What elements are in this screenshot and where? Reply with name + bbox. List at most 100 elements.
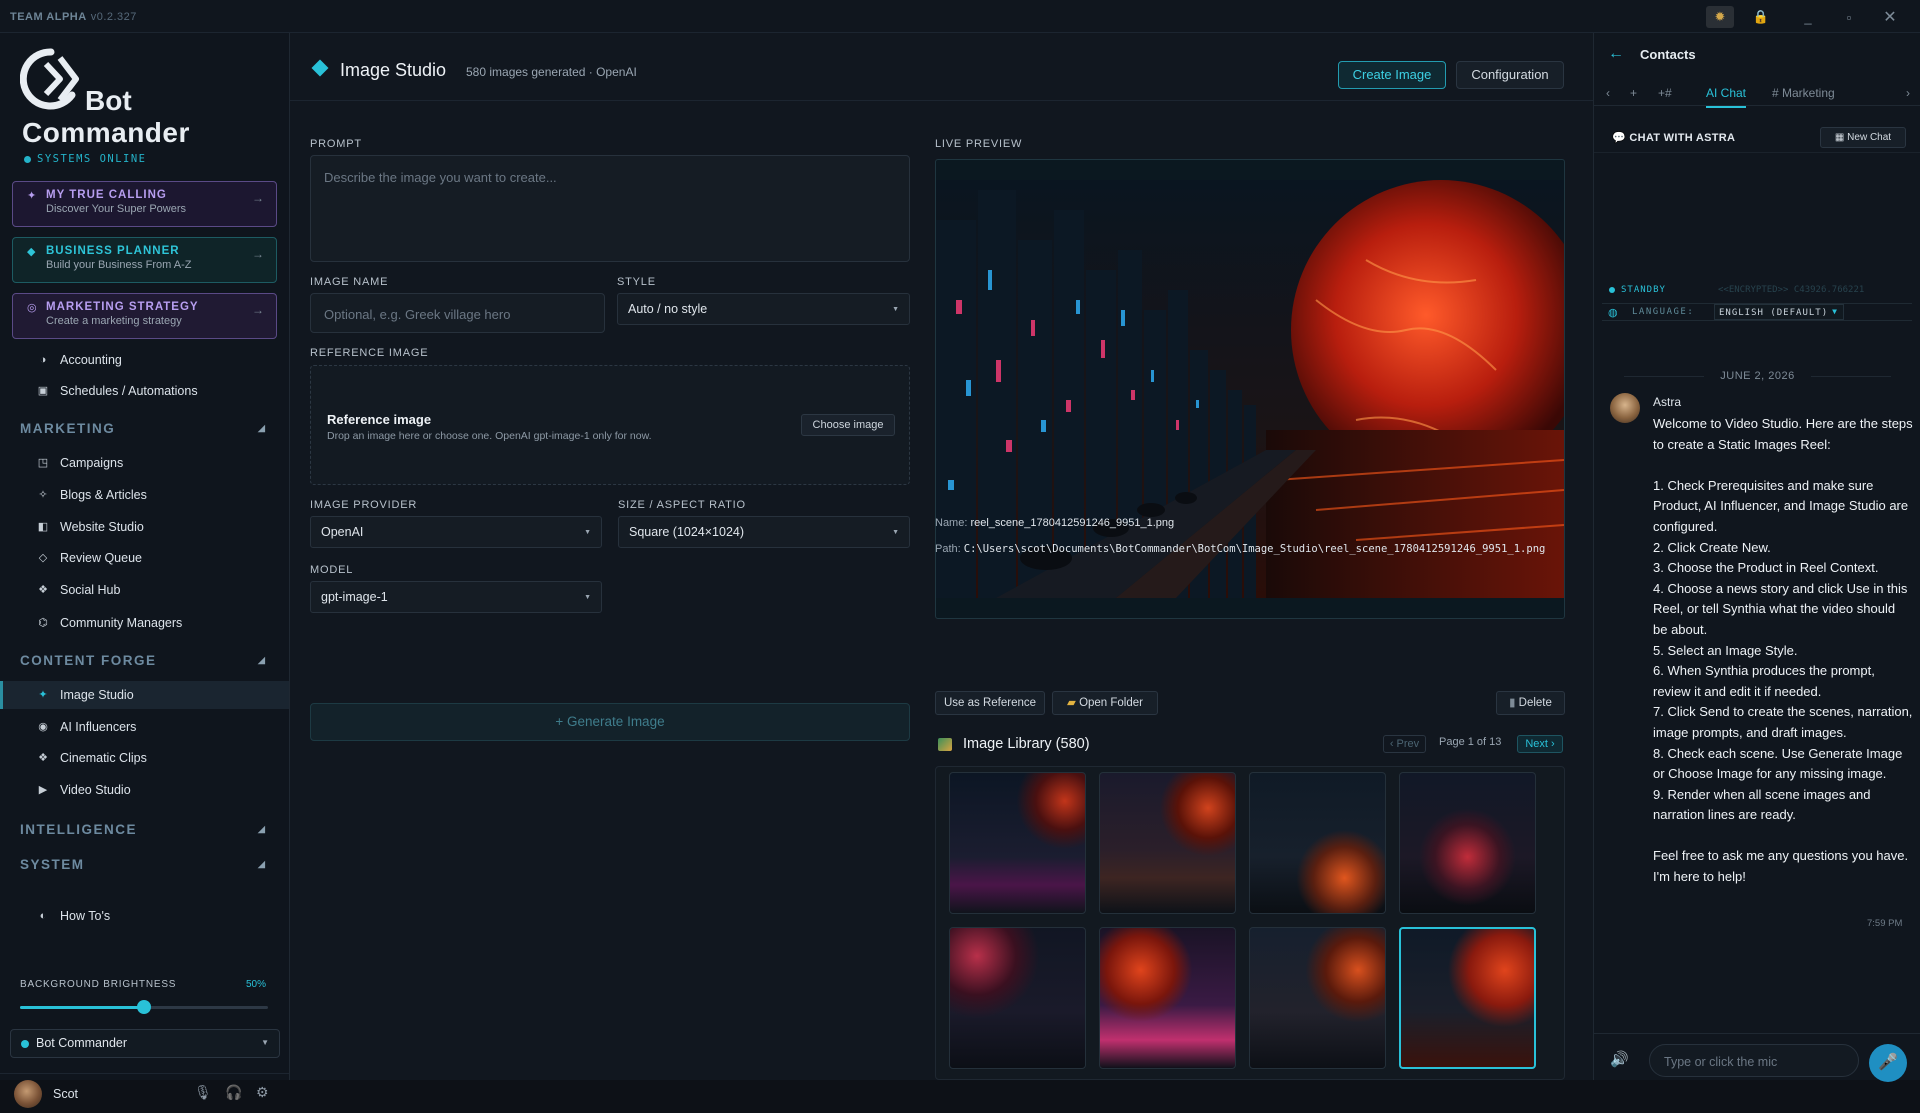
- bot-logo-icon: [20, 48, 79, 110]
- size-label: SIZE / ASPECT RATIO: [618, 499, 746, 511]
- library-thumbnail[interactable]: [1249, 927, 1386, 1069]
- sidebar-item-campaigns[interactable]: ◳ Campaigns: [0, 449, 289, 477]
- avatar[interactable]: [14, 1080, 42, 1108]
- use-as-reference-button[interactable]: Use as Reference: [935, 691, 1045, 715]
- back-arrow-icon[interactable]: ←: [1608, 45, 1624, 63]
- library-thumbnail[interactable]: [1099, 772, 1236, 914]
- close-icon[interactable]: ✕: [1876, 6, 1904, 28]
- brightness-label: BACKGROUND BRIGHTNESS: [20, 979, 177, 990]
- brightness-value: 50%: [246, 979, 267, 990]
- featured-marketing-strategy[interactable]: ◎ MARKETING STRATEGY Create a marketing …: [12, 293, 277, 339]
- chevron-down-icon: ▼: [584, 594, 591, 601]
- prompt-textarea[interactable]: Describe the image you want to create...: [310, 155, 910, 262]
- page-subtitle: 580 images generated · OpenAI: [466, 65, 637, 79]
- section-content-forge[interactable]: CONTENT FORGE ◢: [20, 653, 265, 668]
- mic-button[interactable]: 🎤: [1869, 1044, 1907, 1082]
- chat-input[interactable]: Type or click the mic: [1649, 1044, 1859, 1077]
- contacts-title: Contacts: [1640, 47, 1696, 62]
- sidebar-item-video-studio[interactable]: ▶ Video Studio: [0, 776, 289, 804]
- speaker-icon[interactable]: 🔊: [1610, 1050, 1629, 1068]
- calendar-icon: ▣: [37, 385, 49, 397]
- title-bar: TEAM ALPHA v0.2.327 ✹ 🔒 _ ▫ ✕: [0, 0, 1920, 33]
- model-select[interactable]: gpt-image-1 ▼: [310, 581, 602, 613]
- next-page-button[interactable]: Next ›: [1517, 735, 1563, 753]
- chat-input-row: 🔊 Type or click the mic 🎤: [1594, 1033, 1920, 1082]
- chevron-down-icon: ▼: [892, 306, 899, 313]
- section-marketing[interactable]: MARKETING ◢: [20, 421, 265, 436]
- chevron-down-icon: ▼: [584, 529, 591, 536]
- contacts-panel: ← Contacts ‹ + +# AI Chat # Marketing › …: [1593, 33, 1920, 1082]
- language-select[interactable]: ENGLISH (DEFAULT) ▼: [1714, 304, 1844, 320]
- sidebar-item-ai-influencers[interactable]: ◉ AI Influencers: [0, 713, 289, 741]
- gear-icon[interactable]: ✹: [1706, 6, 1734, 28]
- app-title: TEAM ALPHA v0.2.327: [10, 11, 137, 23]
- page-title: Image Studio: [340, 60, 447, 80]
- open-folder-button[interactable]: ▰ Open Folder: [1052, 691, 1158, 715]
- library-title: Image Library (580): [963, 736, 1090, 752]
- tabs-scroll-left-icon[interactable]: ‹: [1606, 86, 1610, 100]
- sidebar-item-website-studio[interactable]: ◧ Website Studio: [0, 513, 289, 541]
- tabs-scroll-right-icon[interactable]: ›: [1906, 86, 1910, 100]
- minimize-icon[interactable]: _: [1794, 6, 1822, 28]
- prev-page-button[interactable]: ‹ Prev: [1383, 735, 1426, 753]
- systems-status: SYSTEMS ONLINE: [24, 153, 147, 165]
- sidebar-item-blogs[interactable]: ✧ Blogs & Articles: [0, 481, 289, 509]
- mic-icon[interactable]: 🎙: [194, 1084, 212, 1101]
- library-thumbnail-selected[interactable]: [1399, 927, 1536, 1069]
- globe-icon: ◍: [1608, 307, 1618, 319]
- sidebar-item-community-managers[interactable]: ⌬ Community Managers: [0, 609, 289, 637]
- add-channel-icon[interactable]: +#: [1658, 86, 1672, 100]
- sidebar-item-image-studio[interactable]: ✦ Image Studio: [0, 681, 289, 709]
- lock-icon[interactable]: 🔒: [1747, 6, 1775, 28]
- campaign-icon: ◳: [37, 457, 49, 469]
- configuration-button[interactable]: Configuration: [1456, 61, 1564, 89]
- library-thumbnail[interactable]: [949, 772, 1086, 914]
- date-divider: JUNE 2, 2026: [1594, 370, 1920, 382]
- library-thumbnail[interactable]: [1249, 772, 1386, 914]
- library-thumbnail[interactable]: [949, 927, 1086, 1069]
- delete-button[interactable]: ▮ Delete: [1496, 691, 1565, 715]
- sidebar-item-schedules[interactable]: ▣ Schedules / Automations: [0, 377, 289, 405]
- agent-select[interactable]: Bot Commander ▼: [10, 1029, 280, 1058]
- sidebar-item-social-hub[interactable]: ❖ Social Hub: [0, 576, 289, 604]
- sidebar-item-review-queue[interactable]: ◇ Review Queue: [0, 544, 289, 572]
- image-gallery-icon: [938, 738, 952, 751]
- slider-fill: [20, 1006, 144, 1009]
- new-chat-button[interactable]: ▦ New Chat: [1820, 127, 1906, 148]
- section-intelligence[interactable]: INTELLIGENCE ◢: [20, 822, 265, 837]
- reference-dropzone[interactable]: Reference image Drop an image here or ch…: [310, 365, 910, 485]
- library-thumbnail[interactable]: [1099, 927, 1236, 1069]
- sidebar-item-howtos[interactable]: ◐ How To's: [0, 902, 289, 930]
- maximize-icon[interactable]: ▫: [1835, 6, 1863, 28]
- generate-image-button[interactable]: + Generate Image: [310, 703, 910, 741]
- sidebar-item-cinematic-clips[interactable]: ❖ Cinematic Clips: [0, 744, 289, 772]
- assistant-status: STANDBY: [1609, 285, 1666, 295]
- sidebar: Bot Commander SYSTEMS ONLINE ✦ MY TRUE C…: [0, 33, 290, 1108]
- section-system[interactable]: SYSTEM ◢: [20, 857, 265, 872]
- image-path-info: Path: C:\Users\scot\Documents\BotCommand…: [935, 543, 1546, 555]
- influencer-icon: ◉: [38, 721, 48, 733]
- provider-select[interactable]: OpenAI ▼: [310, 516, 602, 548]
- arrow-right-icon: →: [252, 191, 264, 205]
- slider-handle[interactable]: [137, 1000, 151, 1014]
- featured-business-planner[interactable]: ◆ BUSINESS PLANNER Build your Business F…: [12, 237, 277, 283]
- review-icon: ◇: [38, 552, 48, 564]
- clip-icon: ❖: [38, 752, 48, 764]
- headphones-icon[interactable]: 🎧: [225, 1084, 242, 1101]
- tab-ai-chat[interactable]: AI Chat: [1706, 86, 1747, 108]
- brightness-slider[interactable]: [20, 1000, 268, 1014]
- sidebar-item-accounting[interactable]: ◑ Accounting: [0, 346, 289, 374]
- create-image-button[interactable]: Create Image: [1338, 61, 1446, 89]
- style-select[interactable]: Auto / no style ▼: [617, 293, 910, 325]
- encryption-readout: <<ENCRYPTED>> C43926.766221: [1718, 285, 1865, 295]
- image-name-input[interactable]: Optional, e.g. Greek village hero: [310, 293, 605, 333]
- brand-line1: Bot: [85, 85, 132, 116]
- settings-icon[interactable]: ⚙: [256, 1084, 269, 1101]
- size-select[interactable]: Square (1024×1024) ▼: [618, 516, 910, 548]
- choose-image-button[interactable]: Choose image: [801, 414, 895, 436]
- social-icon: ❖: [38, 584, 48, 596]
- featured-my-true-calling[interactable]: ✦ MY TRUE CALLING Discover Your Super Po…: [12, 181, 277, 227]
- tab-marketing[interactable]: # Marketing: [1772, 86, 1835, 100]
- library-thumbnail[interactable]: [1399, 772, 1536, 914]
- add-tab-icon[interactable]: +: [1630, 86, 1637, 100]
